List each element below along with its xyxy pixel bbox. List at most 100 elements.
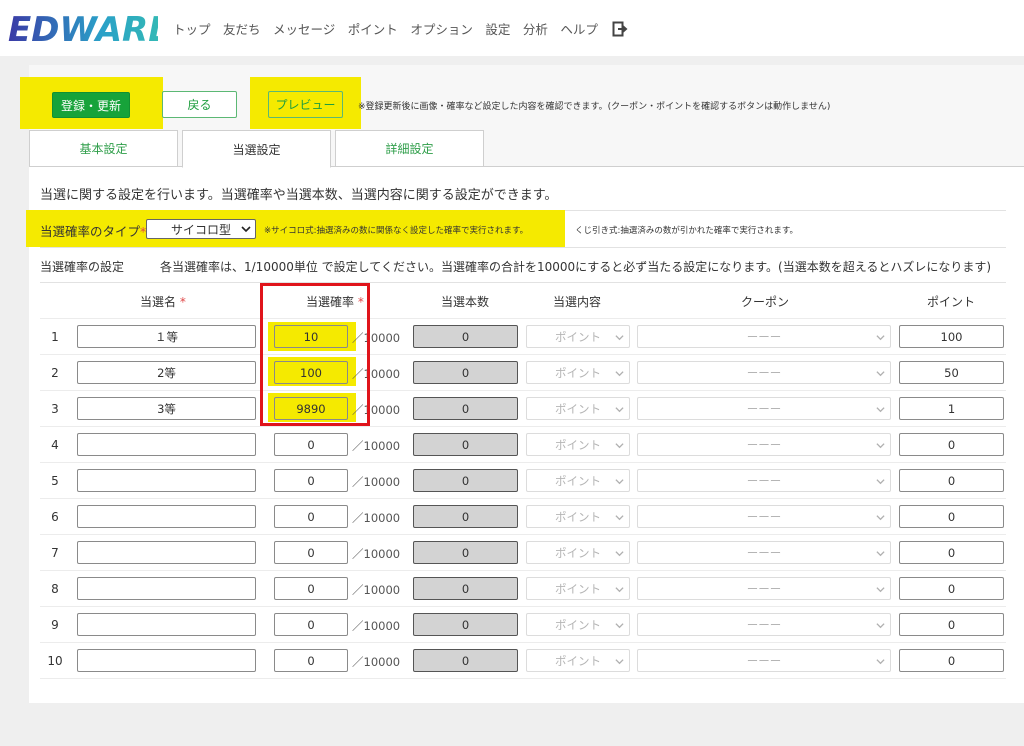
- denominator-label: ／10000: [352, 475, 401, 489]
- prize-name-input[interactable]: [77, 505, 256, 528]
- point-input[interactable]: 0: [899, 577, 1004, 600]
- prize-content-value: ポイント: [555, 329, 601, 344]
- prize-content-select[interactable]: ポイント: [526, 325, 630, 348]
- point-input[interactable]: 0: [899, 613, 1004, 636]
- prize-name-input[interactable]: [77, 577, 256, 600]
- header-coupon: クーポン: [741, 295, 790, 309]
- winning-count-field: 0: [413, 613, 518, 636]
- probability-type-select[interactable]: サイコロ型: [146, 219, 256, 239]
- coupon-select[interactable]: ーーー: [637, 433, 891, 456]
- chevron-down-icon: [876, 551, 885, 557]
- prize-name-input[interactable]: 2等: [77, 361, 256, 384]
- nav-help[interactable]: ヘルプ: [560, 19, 598, 38]
- prize-content-select[interactable]: ポイント: [526, 433, 630, 456]
- back-button[interactable]: 戻る: [162, 91, 237, 118]
- prize-name-input[interactable]: [77, 649, 256, 672]
- coupon-select[interactable]: ーーー: [637, 541, 891, 564]
- probability-input[interactable]: 0: [274, 613, 348, 636]
- prize-content-select[interactable]: ポイント: [526, 397, 630, 420]
- nav-analytics[interactable]: 分析: [523, 19, 548, 38]
- nav-options[interactable]: オプション: [410, 19, 473, 38]
- coupon-value: ーーー: [746, 401, 782, 416]
- chevron-down-icon: [876, 515, 885, 521]
- tab-winning-settings[interactable]: 当選設定: [182, 130, 331, 168]
- divider: [40, 678, 1006, 679]
- probability-input[interactable]: 0: [274, 505, 348, 528]
- prize-content-select[interactable]: ポイント: [526, 541, 630, 564]
- probability-input[interactable]: 0: [274, 577, 348, 600]
- probability-input[interactable]: 0: [274, 541, 348, 564]
- nav-friends[interactable]: 友だち: [223, 19, 261, 38]
- divider: [40, 247, 1006, 248]
- edward-logo[interactable]: EDWARD: [6, 8, 158, 48]
- coupon-value: ーーー: [746, 509, 782, 524]
- point-input[interactable]: 50: [899, 361, 1004, 384]
- point-input[interactable]: 0: [899, 505, 1004, 528]
- prize-name-input[interactable]: [77, 433, 256, 456]
- probability-input[interactable]: 0: [274, 469, 348, 492]
- coupon-select[interactable]: ーーー: [637, 361, 891, 384]
- coupon-select[interactable]: ーーー: [637, 325, 891, 348]
- prize-name-input[interactable]: [77, 469, 256, 492]
- prize-content-select[interactable]: ポイント: [526, 649, 630, 672]
- prize-name-input[interactable]: [77, 541, 256, 564]
- prize-content-select[interactable]: ポイント: [526, 577, 630, 600]
- chevron-down-icon: [876, 407, 885, 413]
- chevron-down-icon: [876, 335, 885, 341]
- prize-content-value: ポイント: [555, 653, 601, 668]
- chevron-down-icon: [615, 371, 624, 377]
- prize-content-select[interactable]: ポイント: [526, 613, 630, 636]
- preview-button[interactable]: プレビュー: [268, 91, 343, 118]
- coupon-select[interactable]: ーーー: [637, 469, 891, 492]
- row-number: 8: [51, 582, 59, 596]
- probability-input[interactable]: 0: [274, 649, 348, 672]
- prize-name-input[interactable]: 3等: [77, 397, 256, 420]
- chevron-down-icon: [615, 443, 624, 449]
- prize-content-select[interactable]: ポイント: [526, 469, 630, 492]
- required-mark: *: [179, 295, 186, 309]
- divider: [40, 426, 1006, 427]
- prize-name-input[interactable]: [77, 613, 256, 636]
- nav-settings[interactable]: 設定: [485, 19, 510, 38]
- point-input[interactable]: 100: [899, 325, 1004, 348]
- point-input[interactable]: 0: [899, 469, 1004, 492]
- dice-note: ※サイコロ式:抽選済みの数に関係なく設定した確率で実行されます。: [264, 226, 529, 236]
- nav-messages[interactable]: メッセージ: [273, 19, 335, 38]
- coupon-select[interactable]: ーーー: [637, 397, 891, 420]
- header-point: ポイント: [927, 295, 976, 309]
- coupon-select[interactable]: ーーー: [637, 505, 891, 528]
- row-number: 5: [51, 474, 59, 488]
- prize-content-select[interactable]: ポイント: [526, 361, 630, 384]
- point-input[interactable]: 0: [899, 433, 1004, 456]
- point-input[interactable]: 1: [899, 397, 1004, 420]
- row-number: 9: [51, 618, 59, 632]
- logout-icon[interactable]: [612, 21, 628, 37]
- probability-input[interactable]: 0: [274, 433, 348, 456]
- winning-description: 当選に関する設定を行います。当選確率や当選本数、当選内容に関する設定ができます。: [40, 188, 558, 203]
- coupon-select[interactable]: ーーー: [637, 577, 891, 600]
- tab-basic-settings[interactable]: 基本設定: [29, 130, 178, 167]
- chevron-down-icon: [615, 623, 624, 629]
- winning-count-field: 0: [413, 541, 518, 564]
- chevron-down-icon: [615, 515, 624, 521]
- nav-top[interactable]: トップ: [173, 19, 211, 38]
- prize-content-select[interactable]: ポイント: [526, 505, 630, 528]
- coupon-select[interactable]: ーーー: [637, 649, 891, 672]
- chevron-down-icon: [615, 407, 624, 413]
- coupon-select[interactable]: ーーー: [637, 613, 891, 636]
- point-input[interactable]: 0: [899, 649, 1004, 672]
- setting-label: 当選確率の設定: [40, 260, 125, 274]
- nav-points[interactable]: ポイント: [348, 19, 398, 38]
- row-number: 10: [47, 654, 63, 668]
- tab-detail-settings[interactable]: 詳細設定: [335, 130, 484, 167]
- probability-type-value: サイコロ型: [170, 222, 231, 237]
- header-name: 当選名 *: [140, 293, 186, 310]
- coupon-value: ーーー: [746, 329, 782, 344]
- point-input[interactable]: 0: [899, 541, 1004, 564]
- prize-name-input[interactable]: １等: [77, 325, 256, 348]
- divider: [40, 354, 1006, 355]
- register-update-button[interactable]: 登録・更新: [52, 92, 130, 118]
- winning-count-field: 0: [413, 397, 518, 420]
- chevron-down-icon: [876, 623, 885, 629]
- chevron-down-icon: [876, 371, 885, 377]
